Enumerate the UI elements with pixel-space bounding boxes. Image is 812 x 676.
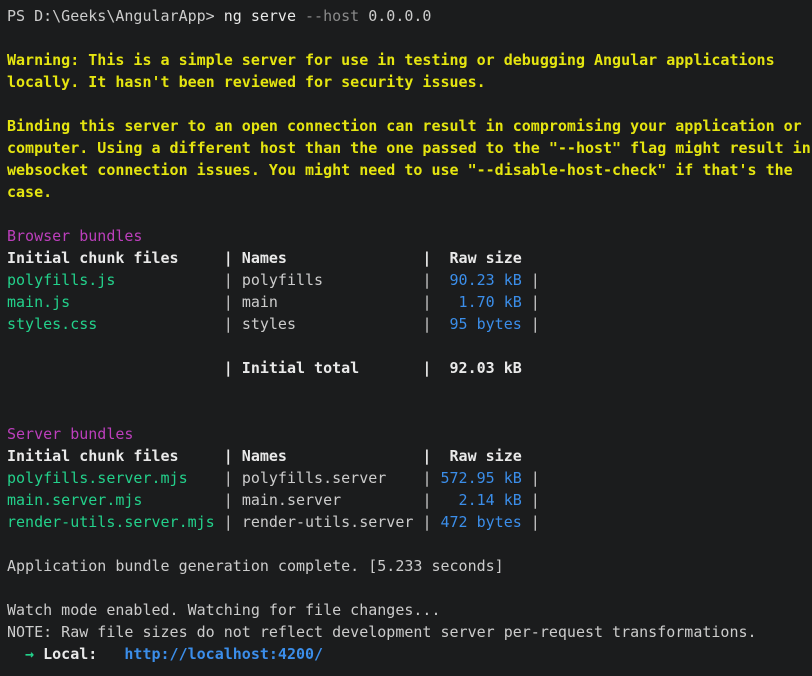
shell-prompt: PS D:\Geeks\AngularApp> (7, 7, 224, 25)
raw-size: 472 bytes (441, 513, 522, 531)
text-segment: | (224, 293, 242, 311)
text-segment: | (522, 491, 540, 509)
text-segment: NOTE: Raw file sizes do not reflect deve… (7, 623, 757, 641)
binding-warning-line-4: case. (7, 181, 812, 203)
text-segment: | (522, 469, 540, 487)
text-segment: | (522, 513, 540, 531)
bundle-name: polyfills (242, 271, 423, 289)
text-segment: | Initial total | 92.03 kB (7, 359, 522, 377)
text-segment: | (422, 469, 440, 487)
warning-line-2: locally. It hasn't been reviewed for sec… (7, 71, 812, 93)
blank (7, 27, 812, 49)
text-segment: | (422, 315, 440, 333)
localhost-link[interactable]: http://localhost:4200/ (124, 645, 323, 663)
server-bundles-heading: Server bundles (7, 423, 812, 445)
text-segment: Binding this server to an open connectio… (7, 117, 802, 135)
arrow-icon: → (7, 645, 43, 663)
blank (7, 335, 812, 357)
text-segment: Browser bundles (7, 227, 142, 245)
bundle-name: render-utils.server (242, 513, 423, 531)
bundle-name: main (242, 293, 423, 311)
command: ng serve (224, 7, 296, 25)
browser-row-main: main.js | main | 1.70 kB | (7, 291, 812, 313)
raw-size: 90.23 kB (441, 271, 522, 289)
command-flag: --host (296, 7, 359, 25)
bundle-name: styles (242, 315, 423, 333)
file-name: main.server.mjs (7, 491, 224, 509)
local-label: Local: (43, 645, 97, 663)
raw-size: 572.95 kB (441, 469, 522, 487)
file-name: polyfills.server.mjs (7, 469, 224, 487)
text-segment: | (422, 271, 440, 289)
text-segment: | (224, 513, 242, 531)
binding-warning-line-1: Binding this server to an open connectio… (7, 115, 812, 137)
blank (7, 379, 812, 401)
text-segment: Warning: This is a simple server for use… (7, 51, 775, 69)
text-segment: locally. It hasn't been reviewed for sec… (7, 73, 486, 91)
browser-row-polyfills: polyfills.js | polyfills | 90.23 kB | (7, 269, 812, 291)
text-segment: | (422, 491, 440, 509)
text-segment: Initial chunk files | Names | Raw size (7, 249, 522, 267)
text-segment: websocket connection issues. You might n… (7, 161, 793, 179)
command-argument: 0.0.0.0 (359, 7, 431, 25)
server-row-render-utils: render-utils.server.mjs | render-utils.s… (7, 511, 812, 533)
binding-warning-line-3: websocket connection issues. You might n… (7, 159, 812, 181)
text-segment (97, 645, 124, 663)
prompt-line: PS D:\Geeks\AngularApp> ng serve --host … (7, 5, 812, 27)
text-segment: case. (7, 183, 52, 201)
local-url-line: → Local: http://localhost:4200/ (7, 643, 812, 665)
text-segment: Server bundles (7, 425, 133, 443)
browser-row-styles: styles.css | styles | 95 bytes | (7, 313, 812, 335)
server-row-main: main.server.mjs | main.server | 2.14 kB … (7, 489, 812, 511)
terminal-window: PS D:\Geeks\AngularApp> ng serve --host … (0, 0, 812, 676)
warning-line-1: Warning: This is a simple server for use… (7, 49, 812, 71)
blank (7, 401, 812, 423)
raw-size: 1.70 kB (441, 293, 522, 311)
server-row-polyfills: polyfills.server.mjs | polyfills.server … (7, 467, 812, 489)
raw-size: 2.14 kB (441, 491, 522, 509)
file-name: render-utils.server.mjs (7, 513, 224, 531)
initial-total-row: | Initial total | 92.03 kB (7, 357, 812, 379)
bundle-name: main.server (242, 491, 423, 509)
build-complete-line: Application bundle generation complete. … (7, 555, 812, 577)
server-table-header: Initial chunk files | Names | Raw size (7, 445, 812, 467)
watch-mode-line: Watch mode enabled. Watching for file ch… (7, 599, 812, 621)
browser-table-header: Initial chunk files | Names | Raw size (7, 247, 812, 269)
blank (7, 93, 812, 115)
text-segment: | (522, 315, 540, 333)
blank (7, 533, 812, 555)
blank (7, 577, 812, 599)
blank (7, 203, 812, 225)
text-segment: Initial chunk files | Names | Raw size (7, 447, 522, 465)
text-segment: | (522, 293, 540, 311)
text-segment: | (224, 469, 242, 487)
text-segment: Watch mode enabled. Watching for file ch… (7, 601, 440, 619)
text-segment: | (224, 315, 242, 333)
browser-bundles-heading: Browser bundles (7, 225, 812, 247)
text-segment: | (522, 271, 540, 289)
file-name: polyfills.js (7, 271, 224, 289)
text-segment: | (224, 491, 242, 509)
text-segment: computer. Using a different host than th… (7, 139, 811, 157)
text-segment: | (422, 293, 440, 311)
text-segment: | (422, 513, 440, 531)
text-segment: Application bundle generation complete. … (7, 557, 504, 575)
text-segment: | (224, 271, 242, 289)
file-name: styles.css (7, 315, 224, 333)
file-name: main.js (7, 293, 224, 311)
bundle-name: polyfills.server (242, 469, 423, 487)
raw-size: 95 bytes (441, 315, 522, 333)
binding-warning-line-2: computer. Using a different host than th… (7, 137, 812, 159)
note-line: NOTE: Raw file sizes do not reflect deve… (7, 621, 812, 643)
